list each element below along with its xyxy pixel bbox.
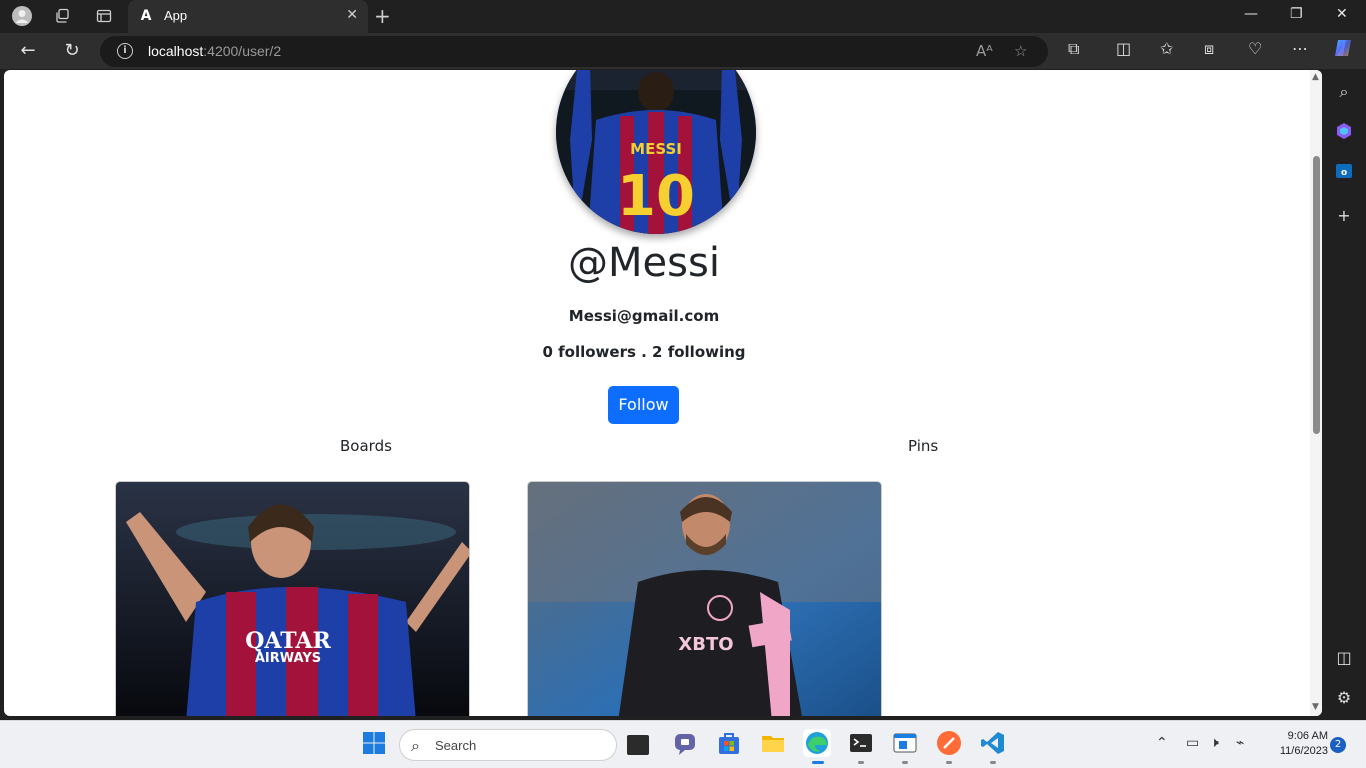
vscode-icon[interactable] bbox=[979, 729, 1007, 757]
app-window-icon[interactable] bbox=[891, 729, 919, 757]
scrollbar-thumb[interactable] bbox=[1313, 156, 1320, 434]
favorites-icon[interactable]: ✩ bbox=[1160, 39, 1173, 58]
search-glass-icon: ⌕ bbox=[411, 736, 420, 755]
hide-sidebar-icon[interactable]: ◫ bbox=[1334, 648, 1354, 668]
copilot-icon[interactable] bbox=[1332, 37, 1354, 63]
browser-toolbar: ← ↻ i localhost:4200/user/2 Aᴬ ☆ ⧉ ◫ ✩ ⧈… bbox=[0, 33, 1366, 69]
follow-counts: 0 followers . 2 following bbox=[4, 343, 1284, 361]
notification-badge[interactable]: 2 bbox=[1330, 737, 1346, 753]
card1-jersey-text-2: AIRWAYS bbox=[255, 651, 321, 666]
card2-jersey-text: XBTO bbox=[678, 634, 733, 655]
scroll-down-arrow-icon[interactable]: ▼ bbox=[1312, 702, 1319, 712]
workspaces-icon[interactable] bbox=[51, 5, 73, 27]
split-screen-icon[interactable]: ◫ bbox=[1116, 39, 1131, 58]
edge-running-indicator bbox=[812, 761, 824, 764]
new-tab-button[interactable]: + bbox=[374, 4, 391, 28]
following-count[interactable]: 2 following bbox=[652, 343, 746, 361]
follow-button[interactable]: Follow bbox=[608, 386, 679, 424]
teams-chat-icon[interactable] bbox=[671, 729, 699, 757]
tab-pins[interactable]: Pins bbox=[908, 437, 938, 455]
browser-title-bar: A App ✕ + — ❐ ✕ bbox=[0, 0, 1366, 33]
search-icon[interactable]: ⌕ bbox=[1334, 82, 1354, 102]
board-card[interactable]: QATAR AIRWAYS bbox=[115, 481, 470, 716]
close-tab-icon[interactable]: ✕ bbox=[346, 7, 358, 23]
sidebar-settings-icon[interactable]: ⚙ bbox=[1334, 688, 1354, 708]
microsoft-store-icon[interactable] bbox=[715, 729, 743, 757]
more-menu-icon[interactable]: ⋯ bbox=[1292, 39, 1308, 58]
postman-icon[interactable] bbox=[935, 729, 963, 757]
count-separator: . bbox=[635, 343, 653, 361]
minimize-button[interactable]: — bbox=[1244, 6, 1258, 22]
terminal-running-indicator bbox=[858, 761, 864, 764]
site-info-icon[interactable]: i bbox=[117, 43, 133, 59]
url-text: localhost:4200/user/2 bbox=[148, 43, 282, 59]
outlook-icon[interactable]: o bbox=[1334, 162, 1354, 182]
show-hidden-icons-chevron-icon[interactable]: ⌃ bbox=[1156, 735, 1168, 751]
edge-sidebar: ⌕ o + ◫ ⚙ bbox=[1322, 70, 1366, 718]
tab-title: App bbox=[164, 8, 188, 23]
edge-browser-icon[interactable] bbox=[803, 729, 831, 757]
browser-tab-app[interactable]: A App ✕ bbox=[128, 0, 368, 33]
windows-taskbar: ⌕ Search ⌃ ▭ 🕨 ⌁ 9:06 AM 11/6/2023 2 bbox=[0, 720, 1366, 768]
add-sidebar-app-icon[interactable]: + bbox=[1334, 206, 1354, 226]
back-button[interactable]: ← bbox=[16, 39, 40, 63]
board-card[interactable]: XBTO bbox=[527, 481, 882, 716]
copilot-sidebar-icon[interactable] bbox=[1334, 122, 1354, 142]
favorite-star-icon[interactable]: ☆ bbox=[1014, 42, 1027, 60]
clock-date: 11/6/2023 bbox=[1279, 745, 1328, 757]
avatar-jersey-number: 10 bbox=[617, 164, 695, 229]
device-connect-icon[interactable]: ▭ bbox=[1186, 735, 1199, 751]
task-view-icon[interactable] bbox=[627, 735, 649, 755]
tab-boards[interactable]: Boards bbox=[340, 437, 392, 455]
windows-start-icon[interactable] bbox=[360, 729, 388, 757]
clock-time: 9:06 AM bbox=[1287, 730, 1328, 742]
read-aloud-icon[interactable]: Aᴬ bbox=[976, 42, 993, 60]
collections-icon[interactable]: ⧈ bbox=[1204, 39, 1214, 59]
scroll-up-arrow-icon[interactable]: ▲ bbox=[1312, 72, 1319, 82]
postman-running-indicator bbox=[946, 761, 952, 764]
svg-text:o: o bbox=[1341, 168, 1347, 178]
avatar-jersey-name: MESSI bbox=[630, 140, 682, 158]
power-icon[interactable]: ⌁ bbox=[1236, 735, 1244, 751]
extensions-icon[interactable]: ⧉ bbox=[1068, 39, 1079, 59]
profile-username: @Messi bbox=[568, 240, 720, 286]
close-window-button[interactable]: ✕ bbox=[1336, 6, 1348, 22]
tab-actions-icon[interactable] bbox=[93, 5, 115, 27]
followers-count[interactable]: 0 followers bbox=[542, 343, 635, 361]
app-window-running-indicator bbox=[902, 761, 908, 764]
profile-email: Messi@gmail.com bbox=[568, 307, 720, 325]
refresh-button[interactable]: ↻ bbox=[60, 39, 84, 63]
taskbar-search-label: Search bbox=[435, 738, 477, 753]
profile-avatar-image: MESSI 10 bbox=[556, 70, 756, 234]
system-clock[interactable]: 9:06 AM 11/6/2023 bbox=[1262, 729, 1328, 759]
page-viewport: MESSI 10 @Messi Messi@gmail.com 0 follow… bbox=[4, 70, 1322, 716]
browser-essentials-icon[interactable]: ♡ bbox=[1248, 39, 1262, 58]
restore-button[interactable]: ❐ bbox=[1290, 6, 1303, 22]
profile-avatar-icon[interactable] bbox=[11, 5, 33, 27]
terminal-icon[interactable] bbox=[847, 729, 875, 757]
page-scrollbar[interactable]: ▲ ▼ bbox=[1310, 70, 1322, 716]
address-bar[interactable]: i localhost:4200/user/2 Aᴬ ☆ bbox=[100, 36, 1048, 67]
volume-muted-icon[interactable]: 🕨 bbox=[1210, 735, 1219, 751]
vscode-running-indicator bbox=[990, 761, 996, 764]
taskbar-search[interactable]: ⌕ Search bbox=[399, 729, 617, 761]
file-explorer-icon[interactable] bbox=[759, 729, 787, 757]
angular-favicon-icon: A bbox=[140, 8, 152, 24]
